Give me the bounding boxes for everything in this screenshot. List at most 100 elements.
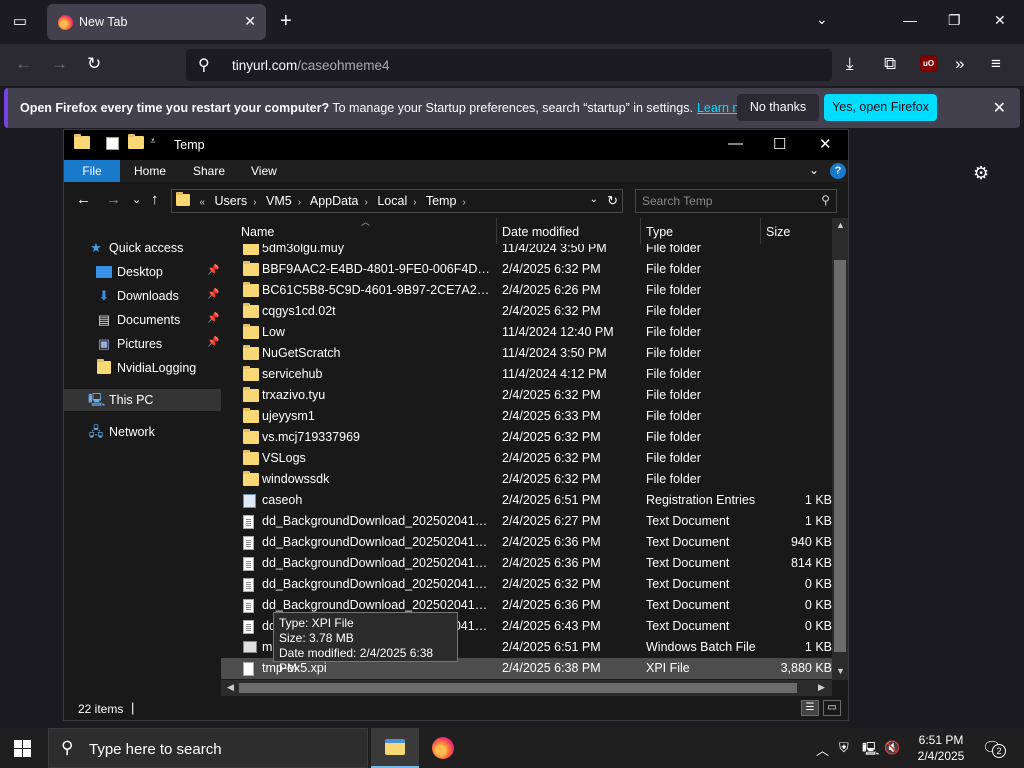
nav-pictures[interactable]: ▣ Pictures 📌 xyxy=(64,333,221,355)
file-explorer-taskbar-button[interactable] xyxy=(371,728,419,768)
table-row[interactable]: dd_BackgroundDownload_20250204183... 2/4/… xyxy=(221,553,832,574)
reload-icon[interactable]: ↻ xyxy=(87,54,101,74)
breadcrumb-vm5[interactable]: VM5 xyxy=(266,194,292,208)
refresh-icon[interactable]: ↻ xyxy=(607,193,618,209)
windows-start-icon[interactable] xyxy=(14,740,31,757)
clock[interactable]: 6:51 PM 2/4/2025 xyxy=(906,732,976,764)
tab-close-icon[interactable]: ✕ xyxy=(244,13,256,30)
table-row[interactable]: Low 11/4/2024 12:40 PM File folder xyxy=(221,322,832,343)
breadcrumb-local[interactable]: Local xyxy=(377,194,407,208)
table-row[interactable]: vs.mcj719337969 2/4/2025 6:32 PM File fold… xyxy=(221,427,832,448)
table-row[interactable]: caseoh 2/4/2025 6:51 PM Registration Entri… xyxy=(221,490,832,511)
new-tab-button[interactable]: + xyxy=(280,9,292,33)
expand-ribbon-icon[interactable]: ⌄ xyxy=(809,163,819,177)
tab-file[interactable]: File xyxy=(64,160,120,182)
close-notification-icon[interactable]: ✕ xyxy=(993,98,1006,118)
breadcrumb-temp[interactable]: Temp xyxy=(426,194,457,208)
table-row[interactable]: dd_BackgroundDownload_20250204183213 2/4/… xyxy=(221,532,832,553)
url-bar[interactable]: ⚲ tinyurl.com/caseohmeme4 xyxy=(186,49,832,81)
maximize-icon[interactable]: ☐ xyxy=(773,135,786,153)
forward-icon[interactable]: → xyxy=(51,54,68,74)
firefox-taskbar-button[interactable] xyxy=(420,728,468,768)
table-row[interactable]: dd_BackgroundDownload_20250204183... 2/4/… xyxy=(221,574,832,595)
nav-nvidialogging[interactable]: NvidiaLogging xyxy=(64,357,221,379)
recent-locations-icon[interactable]: ⌄ xyxy=(132,193,141,206)
nav-desktop[interactable]: Desktop 📌 xyxy=(64,261,221,283)
scroll-thumb[interactable] xyxy=(834,260,846,652)
list-all-tabs-icon[interactable]: ⌄ xyxy=(816,11,828,28)
close-window-icon[interactable]: ✕ xyxy=(994,12,1006,29)
notifications-icon[interactable]: 🗨2 xyxy=(982,738,1006,758)
firefox-view-icon[interactable]: ▭ xyxy=(8,10,32,34)
table-row[interactable]: dd_BackgroundDownload_20250204182652 2/4/… xyxy=(221,511,832,532)
column-size[interactable]: Size xyxy=(766,225,790,239)
yes-open-firefox-button[interactable]: Yes, open Firefox xyxy=(824,94,937,121)
column-name[interactable]: Name xyxy=(241,225,274,239)
forward-icon[interactable]: → xyxy=(106,191,121,208)
no-thanks-button[interactable]: No thanks xyxy=(737,94,819,121)
search-box[interactable]: ⚲ xyxy=(635,189,837,213)
tab-home[interactable]: Home xyxy=(134,160,166,182)
security-icon[interactable]: ⛨ xyxy=(839,740,849,756)
nav-network[interactable]: 🖧 Network xyxy=(64,421,221,443)
extensions-icon[interactable]: ⧉ xyxy=(884,54,896,74)
tab-share[interactable]: Share xyxy=(193,160,225,182)
minimize-icon[interactable]: — xyxy=(903,12,917,28)
table-row[interactable]: BC61C5B8-5C9D-4601-9B97-2CE7A2E34D... 2/4… xyxy=(221,280,832,301)
file-type: Text Document xyxy=(646,556,730,570)
ublock-origin-icon[interactable]: uO xyxy=(920,55,937,72)
nav-quick-access[interactable]: ★ Quick access xyxy=(64,237,221,259)
file-type: File folder xyxy=(646,346,701,360)
table-row[interactable]: cqgys1cd.02t 2/4/2025 6:32 PM File folder xyxy=(221,301,832,322)
folder-icon xyxy=(243,303,259,321)
text-document-icon xyxy=(243,599,254,616)
show-hidden-icons-icon[interactable]: ︿ xyxy=(816,740,829,759)
properties-icon[interactable] xyxy=(106,137,119,150)
scroll-left-icon[interactable]: ◀ xyxy=(227,682,234,693)
taskbar-search[interactable]: ⚲ Type here to search xyxy=(48,728,368,768)
table-row[interactable]: VSLogs 2/4/2025 6:32 PM File folder xyxy=(221,448,832,469)
back-icon[interactable]: ← xyxy=(15,54,32,74)
breadcrumb-appdata[interactable]: AppData xyxy=(310,194,359,208)
details-view-icon[interactable]: ☰ xyxy=(801,700,819,716)
address-dropdown-icon[interactable]: ⌄ xyxy=(590,194,598,205)
scroll-down-icon[interactable]: ▼ xyxy=(836,666,845,676)
table-row[interactable]: ujeyysm1 2/4/2025 6:33 PM File folder xyxy=(221,406,832,427)
large-icons-view-icon[interactable]: ▭ xyxy=(823,700,841,716)
column-type[interactable]: Type xyxy=(646,225,673,239)
breadcrumb-users[interactable]: Users xyxy=(215,194,248,208)
table-row[interactable]: servicehub 11/4/2024 4:12 PM File folder xyxy=(221,364,832,385)
nav-downloads[interactable]: ⬇ Downloads 📌 xyxy=(64,285,221,307)
table-row[interactable]: BBF9AAC2-E4BD-4801-9FE0-006F4D1CDE... 2/4… xyxy=(221,259,832,280)
search-input[interactable] xyxy=(642,194,812,208)
address-bar[interactable]: « Users › VM5 › AppData › Local › Temp › ⌄ ↻ xyxy=(171,189,623,213)
network-icon[interactable]: 🖳 xyxy=(862,740,879,762)
vertical-scrollbar[interactable]: ▲ ▼ xyxy=(832,218,848,680)
table-row[interactable]: trxazivo.tyu 2/4/2025 6:32 PM File folder xyxy=(221,385,832,406)
restore-icon[interactable]: ❐ xyxy=(948,12,961,29)
horizontal-scrollbar[interactable]: ◀ ▶ xyxy=(221,680,832,696)
file-date: 2/4/2025 6:27 PM xyxy=(502,514,601,528)
table-row[interactable]: NuGetScratch 11/4/2024 3:50 PM File folder xyxy=(221,343,832,364)
tab-view[interactable]: View xyxy=(251,160,277,182)
menu-icon[interactable]: ≡ xyxy=(991,54,1001,74)
new-folder-icon[interactable] xyxy=(128,134,144,152)
scroll-right-icon[interactable]: ▶ xyxy=(818,682,825,693)
table-row[interactable]: windowssdk 2/4/2025 6:32 PM File folder xyxy=(221,469,832,490)
back-icon[interactable]: ← xyxy=(76,191,91,208)
gear-icon[interactable]: ⚙ xyxy=(973,163,989,184)
downloads-icon[interactable]: ⤓ xyxy=(846,54,854,74)
up-icon[interactable]: ↑ xyxy=(151,191,159,208)
column-date-modified[interactable]: Date modified xyxy=(502,225,579,239)
nav-this-pc[interactable]: 🖳 This PC xyxy=(64,389,221,411)
minimize-icon[interactable]: — xyxy=(728,135,743,152)
nav-documents[interactable]: ▤ Documents 📌 xyxy=(64,309,221,331)
close-icon[interactable]: ✕ xyxy=(819,135,832,153)
volume-muted-icon[interactable]: 🔇 xyxy=(884,740,900,756)
tab-new-tab[interactable]: New Tab ✕ xyxy=(47,4,266,40)
hscroll-thumb[interactable] xyxy=(239,683,797,693)
scroll-up-icon[interactable]: ▲ xyxy=(836,220,845,230)
help-icon[interactable]: ? xyxy=(830,163,846,179)
customize-toolbar-icon[interactable]: ⩡ xyxy=(150,136,164,152)
overflow-chevrons-icon[interactable]: » xyxy=(955,54,964,74)
